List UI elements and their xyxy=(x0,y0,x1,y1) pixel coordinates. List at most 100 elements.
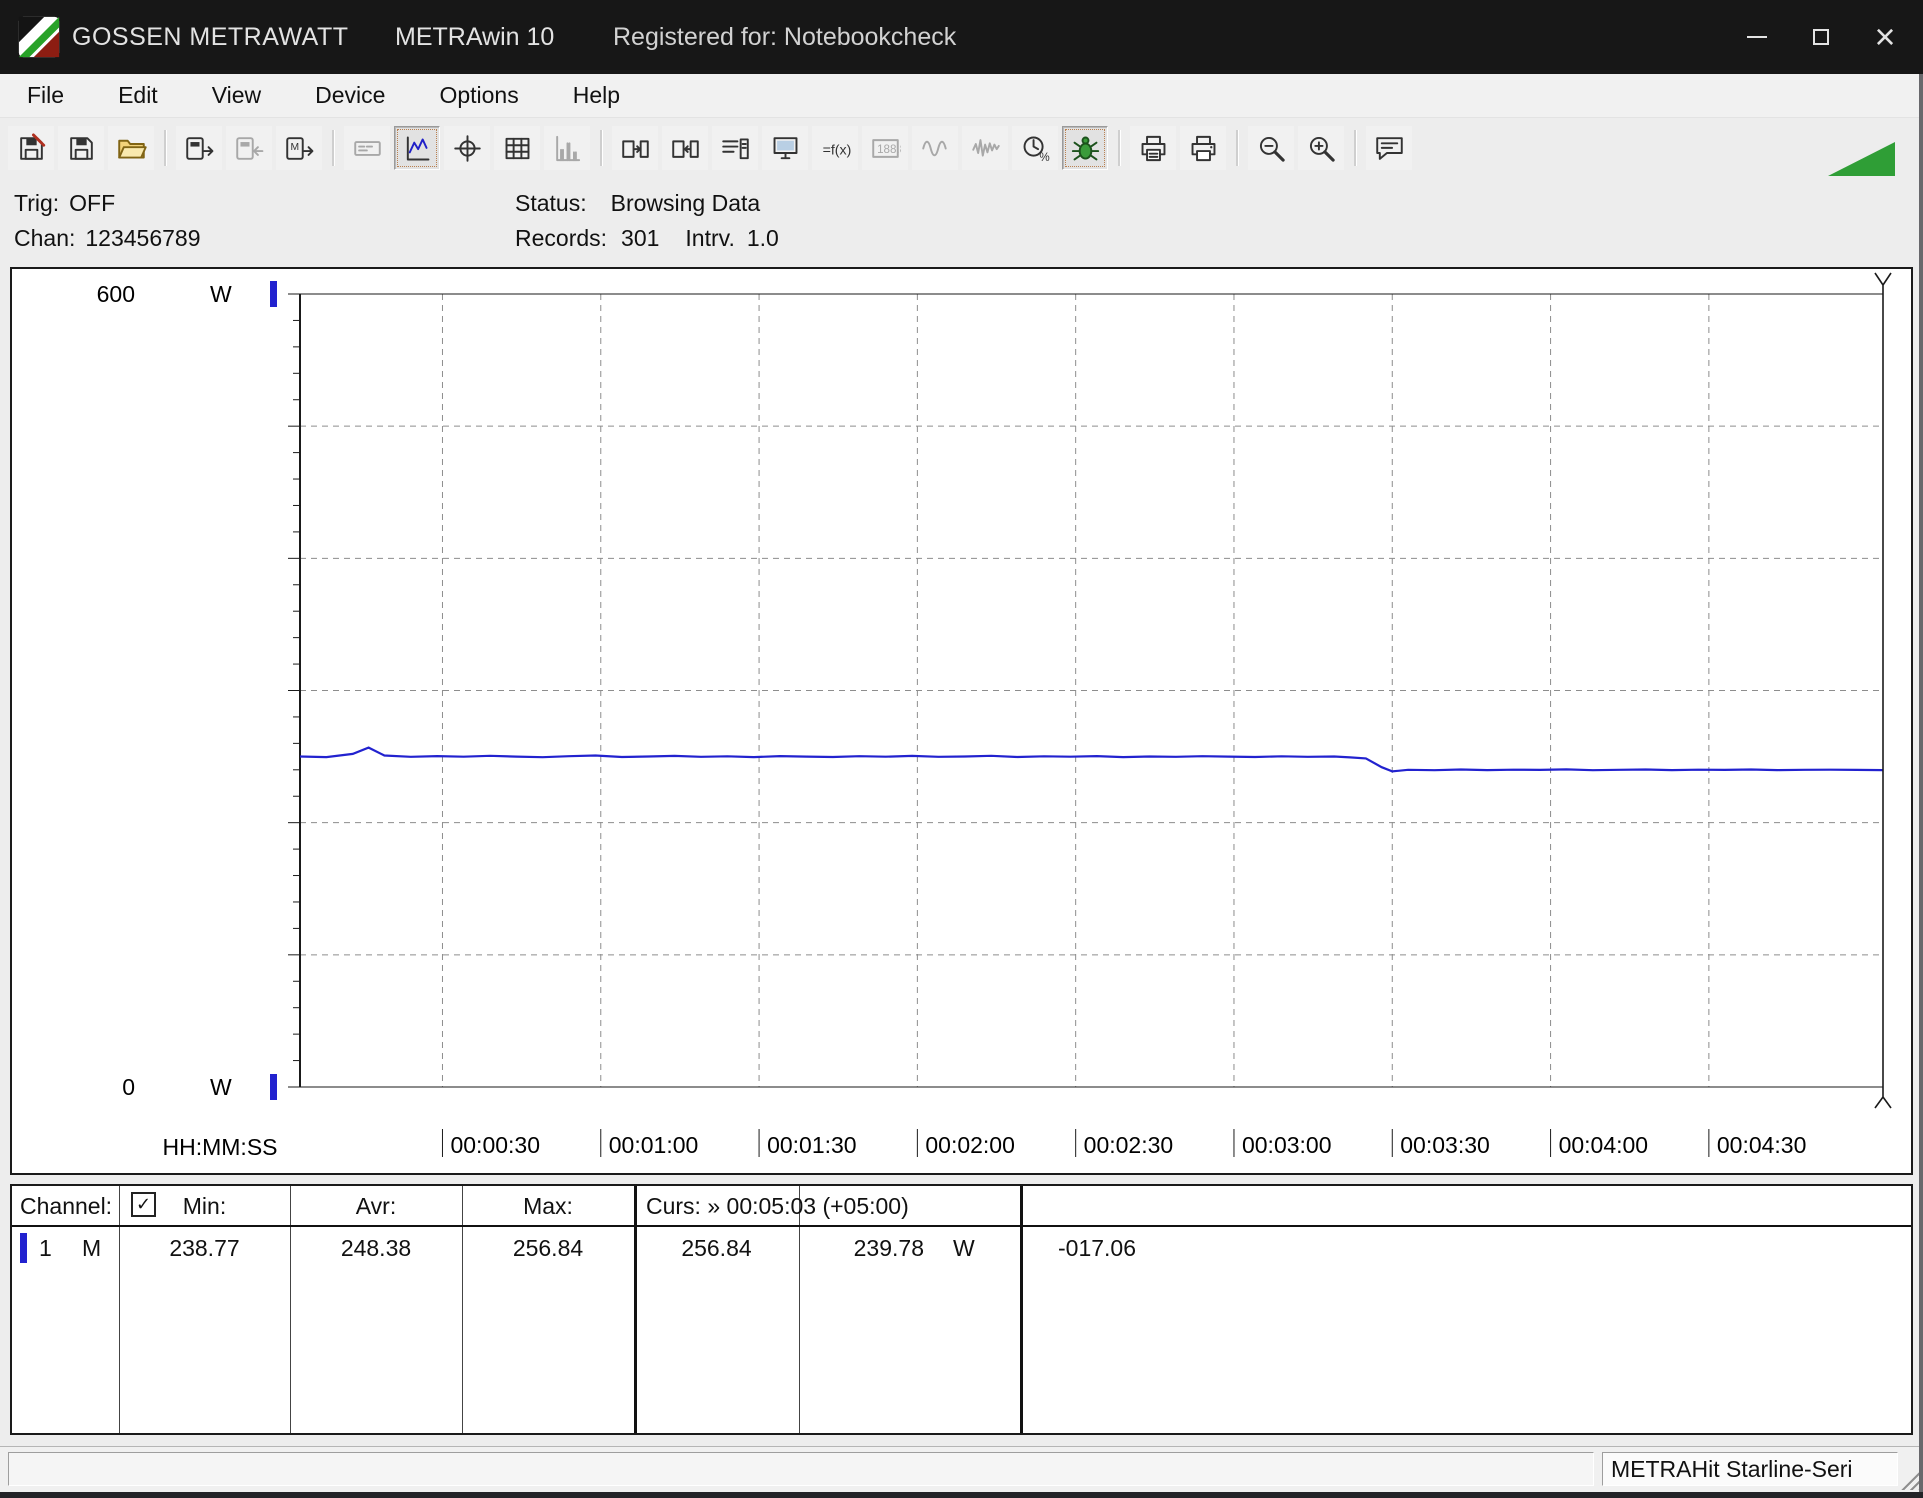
column-separator xyxy=(119,1186,120,1433)
menu-help[interactable]: Help xyxy=(546,74,647,117)
cursor-bottom-handle xyxy=(1874,1087,1892,1109)
import-from-device-button[interactable] xyxy=(226,126,272,170)
bar-graph-view-button[interactable] xyxy=(544,126,590,170)
min-value: 238.77 xyxy=(169,1235,240,1261)
toolbar-corner-triangle xyxy=(1828,142,1895,176)
fx-icon: =f(x) xyxy=(822,142,850,158)
device-settings-button[interactable] xyxy=(712,126,758,170)
menu-device[interactable]: Device xyxy=(288,74,412,117)
read-from-device-button[interactable] xyxy=(662,126,708,170)
device-name: METRAHit Starline-Seri xyxy=(1611,1455,1853,1482)
cursor-header: Curs: » 00:05:03 (+05:00) xyxy=(646,1193,909,1219)
send-icon xyxy=(621,139,649,158)
window-edge-right xyxy=(1919,74,1923,1498)
avr-header: Avr: xyxy=(355,1193,397,1219)
device-arrow-out-icon xyxy=(185,136,213,160)
y-axis-top-marker xyxy=(270,281,277,307)
grid-lines xyxy=(300,294,1883,1087)
cursor-top-handle xyxy=(1874,272,1892,294)
svg-text:600: 600 xyxy=(97,281,135,307)
print-preview-button[interactable] xyxy=(1130,126,1176,170)
toolbar-separator xyxy=(1236,130,1239,166)
status-records-block: Status: Browsing Data Records: 301 Intrv… xyxy=(515,186,779,256)
svg-text:HH:MM:SS: HH:MM:SS xyxy=(163,1134,278,1160)
registration-text: Registered for: Notebookcheck xyxy=(613,23,957,51)
annotation-button[interactable] xyxy=(1366,126,1412,170)
print-button[interactable] xyxy=(1180,126,1226,170)
zoom-in-button[interactable] xyxy=(1298,126,1344,170)
svg-text:W: W xyxy=(210,281,232,307)
curve-view-button[interactable] xyxy=(394,126,440,170)
export-to-file-button[interactable] xyxy=(176,126,222,170)
cursor-b-value: 239.78 xyxy=(853,1235,924,1261)
svg-text:00:02:30: 00:02:30 xyxy=(1084,1132,1174,1158)
column-separator-thick xyxy=(634,1186,637,1433)
save-as-button[interactable] xyxy=(58,126,104,170)
curve-icon xyxy=(406,136,429,160)
menu-file[interactable]: File xyxy=(0,74,91,117)
crosshair-view-button[interactable] xyxy=(444,126,490,170)
formula-button[interactable]: =f(x) xyxy=(812,126,858,170)
svg-text:00:02:00: 00:02:00 xyxy=(925,1132,1015,1158)
column-separator xyxy=(462,1186,463,1433)
device-name-box: METRAHit Starline-Seri xyxy=(1602,1452,1898,1486)
y-axis-bottom-marker xyxy=(270,1074,277,1100)
open-button[interactable] xyxy=(108,126,154,170)
min-header: Min: xyxy=(182,1193,227,1219)
debug-trigger-button[interactable] xyxy=(1062,126,1108,170)
chart-svg[interactable]: 600 W 0 W HH:MM:SS 00:00:30 00:01:00 00:01:30 00… xyxy=(12,269,1911,1173)
export-memory-button[interactable]: M xyxy=(276,126,322,170)
zoom-out-button[interactable] xyxy=(1248,126,1294,170)
device-display-button[interactable]: 188.8 xyxy=(862,126,908,170)
display-values-button[interactable] xyxy=(344,126,390,170)
maximize-button[interactable] xyxy=(1789,0,1853,74)
magnifier-plus-icon xyxy=(1309,136,1335,162)
folder-open-icon xyxy=(117,139,147,159)
trig-label: Trig: xyxy=(14,190,60,216)
minimize-icon xyxy=(1747,36,1767,38)
chan-value: 123456789 xyxy=(85,225,201,251)
vendor-name: GOSSEN METRAWATT xyxy=(72,23,349,51)
menu-options[interactable]: Options xyxy=(412,74,545,117)
send-to-device-button[interactable] xyxy=(612,126,658,170)
time-settings-button[interactable]: % xyxy=(1012,126,1058,170)
svg-text:00:00:30: 00:00:30 xyxy=(450,1132,540,1158)
svg-text:00:01:30: 00:01:30 xyxy=(767,1132,857,1158)
max-value: 256.84 xyxy=(512,1235,584,1261)
waveform-button[interactable] xyxy=(912,126,958,170)
receive-icon xyxy=(671,139,699,158)
app-window: { "window": { "vendor": "GOSSEN METRAWAT… xyxy=(0,0,1923,1498)
printer-page-icon xyxy=(1141,135,1165,161)
clock-icon: % xyxy=(1023,136,1049,163)
online-monitor-button[interactable] xyxy=(762,126,808,170)
save-button[interactable] xyxy=(8,126,54,170)
crosshair-icon xyxy=(453,134,481,162)
floppy-icon xyxy=(69,136,93,160)
menu-view[interactable]: View xyxy=(185,74,288,117)
resize-grip[interactable] xyxy=(1898,1468,1920,1490)
max-header: Max: xyxy=(523,1193,573,1219)
window-edge-bottom xyxy=(0,1492,1923,1498)
cursor-a-value: 256.84 xyxy=(681,1235,752,1261)
panel-icon: 188.8 xyxy=(871,138,901,158)
power-trace xyxy=(299,746,1884,773)
column-separator xyxy=(290,1186,291,1433)
window-controls: × xyxy=(1725,0,1917,74)
app-logo-icon xyxy=(18,16,60,58)
monitor-icon xyxy=(773,136,797,159)
menu-edit[interactable]: Edit xyxy=(91,74,185,117)
minimize-button[interactable] xyxy=(1725,0,1789,74)
toolbar-separator xyxy=(600,130,603,166)
app-name: METRAwin 10 xyxy=(395,23,555,51)
grid-icon xyxy=(505,137,529,159)
toolbar-separator xyxy=(1354,130,1357,166)
svg-text:00:04:00: 00:04:00 xyxy=(1559,1132,1649,1158)
svg-text:00:03:30: 00:03:30 xyxy=(1400,1132,1490,1158)
svg-text:=f(x): =f(x) xyxy=(822,142,850,158)
svg-text:00:01:00: 00:01:00 xyxy=(609,1132,699,1158)
close-button[interactable]: × xyxy=(1853,0,1917,74)
table-view-button[interactable] xyxy=(494,126,540,170)
noise-waveform-button[interactable] xyxy=(962,126,1008,170)
chart-area: 600 W 0 W HH:MM:SS 00:00:30 00:01:00 00:01:30 00… xyxy=(10,267,1913,1175)
toolbar-separator xyxy=(1118,130,1121,166)
